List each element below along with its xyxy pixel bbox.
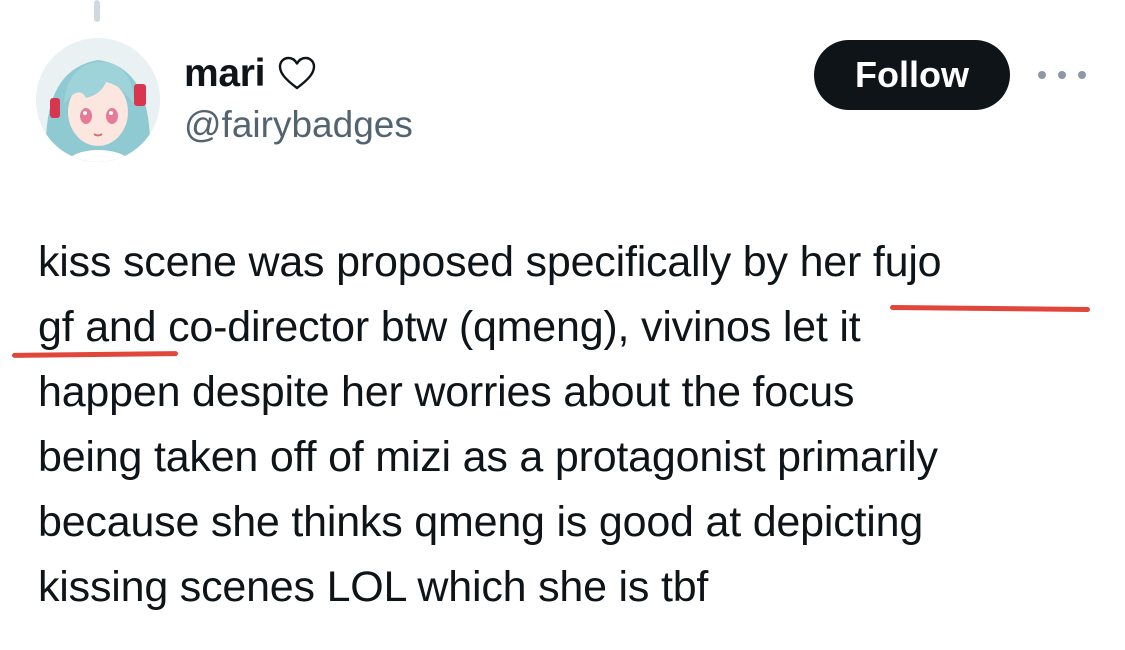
tweet-text-line: because she thinks qmeng is good at depi… [38, 498, 924, 546]
tweet-text-line: kissing scenes LOL which she is tbf [38, 563, 709, 611]
avatar[interactable] [36, 38, 160, 162]
more-dot [1078, 71, 1086, 79]
tweet-text-line: kiss scene was proposed specifically by … [38, 238, 942, 286]
tweet-text-line: happen despite her worries about the foc… [38, 368, 855, 416]
more-horizontal-icon[interactable] [1038, 64, 1086, 86]
tweet-text: kiss scene was proposed specifically by … [38, 230, 1108, 620]
author-name-row: mari [184, 50, 317, 98]
tweet-text-line: being taken off of mizi as a protagonist… [38, 433, 938, 481]
author-handle[interactable]: @fairybadges [184, 102, 413, 148]
author-display-name[interactable]: mari [184, 50, 265, 98]
follow-button[interactable]: Follow [814, 40, 1010, 110]
more-dot [1038, 71, 1046, 79]
thread-connector-line [94, 0, 100, 22]
more-dot [1058, 71, 1066, 79]
heart-outline-icon [278, 56, 316, 90]
avatar-image [36, 38, 160, 162]
